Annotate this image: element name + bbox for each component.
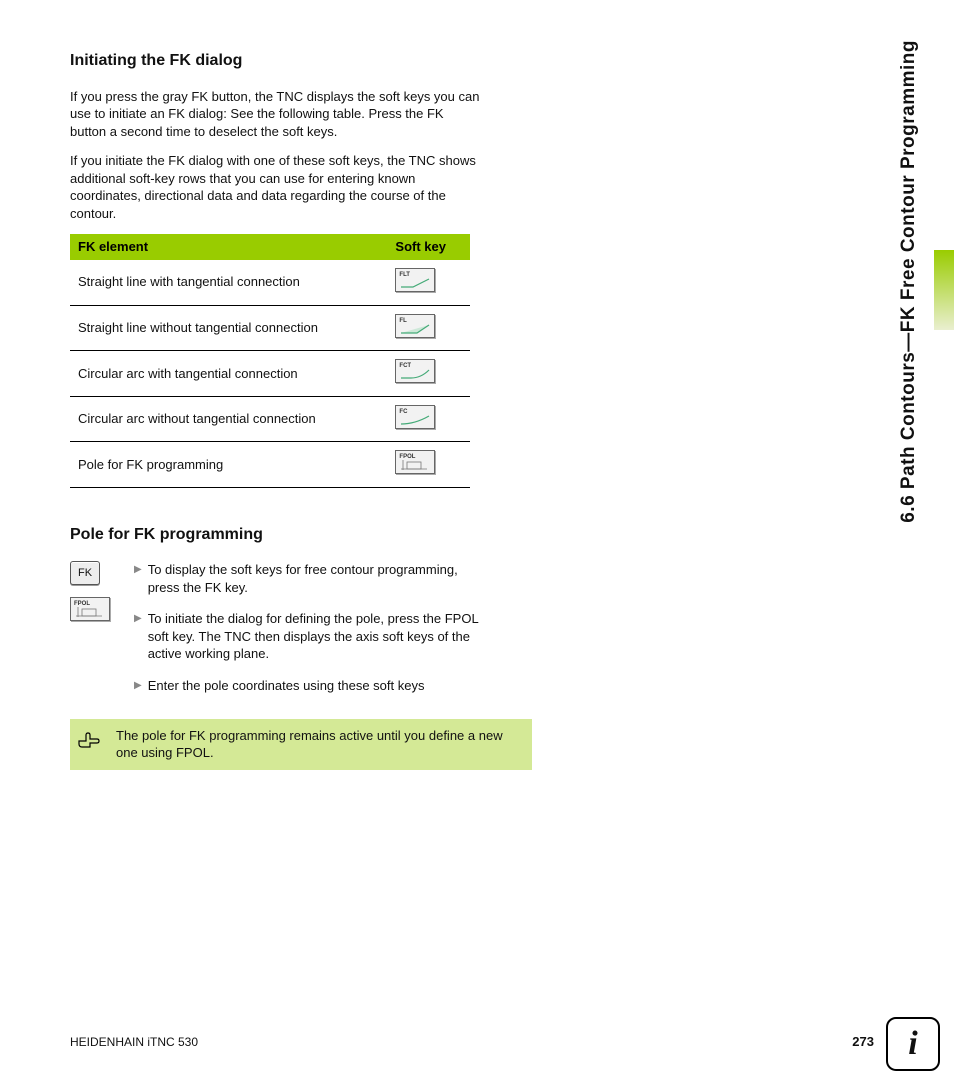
softkey-fc-icon: FC — [395, 405, 435, 429]
chapter-side-title: 6.6 Path Contours—FK Free Contour Progra… — [896, 40, 922, 523]
fk-element-label: Pole for FK programming — [70, 442, 387, 488]
step-item: ▶To initiate the dialog for defining the… — [134, 610, 480, 663]
softkey-fl-icon: FL — [395, 314, 435, 338]
table-row: Straight line without tangential connect… — [70, 305, 470, 351]
fk-element-label: Straight line without tangential connect… — [70, 305, 387, 351]
table-row: Circular arc with tangential connection … — [70, 351, 470, 397]
softkey-fpol-icon: FPOL — [70, 597, 110, 621]
table-header-soft-key: Soft key — [387, 234, 470, 260]
note-text: The pole for FK programming remains acti… — [116, 727, 520, 762]
note-box: The pole for FK programming remains acti… — [70, 719, 532, 770]
fk-element-table: FK element Soft key Straight line with t… — [70, 234, 470, 487]
fk-element-label: Straight line with tangential connection — [70, 260, 387, 305]
table-row: Circular arc without tangential connecti… — [70, 396, 470, 442]
table-header-fk-element: FK element — [70, 234, 387, 260]
paragraph-1: If you press the gray FK button, the TNC… — [70, 88, 480, 141]
fk-element-label: Circular arc with tangential connection — [70, 351, 387, 397]
section-heading-1: Initiating the FK dialog — [70, 50, 480, 72]
step-item: ▶Enter the pole coordinates using these … — [134, 677, 480, 695]
step-item: ▶To display the soft keys for free conto… — [134, 561, 480, 596]
paragraph-2: If you initiate the FK dialog with one o… — [70, 152, 480, 222]
info-icon: i — [886, 1017, 940, 1071]
section-heading-2: Pole for FK programming — [70, 524, 480, 546]
softkey-fct-icon: FCT — [395, 359, 435, 383]
bullet-arrow-icon: ▶ — [134, 679, 142, 693]
softkey-fpol-icon: FPOL — [395, 450, 435, 474]
table-row: Pole for FK programming FPOL — [70, 442, 470, 488]
bullet-arrow-icon: ▶ — [134, 612, 142, 626]
softkey-flt-icon: FLT — [395, 268, 435, 292]
footer-product: HEIDENHAIN iTNC 530 — [70, 1034, 198, 1050]
side-tab-gradient — [934, 250, 954, 330]
table-row: Straight line with tangential connection… — [70, 260, 470, 305]
page-number: 273 — [852, 1033, 874, 1051]
fk-element-label: Circular arc without tangential connecti… — [70, 396, 387, 442]
bullet-arrow-icon: ▶ — [134, 563, 142, 577]
fk-key-icon: FK — [70, 561, 100, 585]
hand-pointing-icon — [76, 727, 102, 753]
